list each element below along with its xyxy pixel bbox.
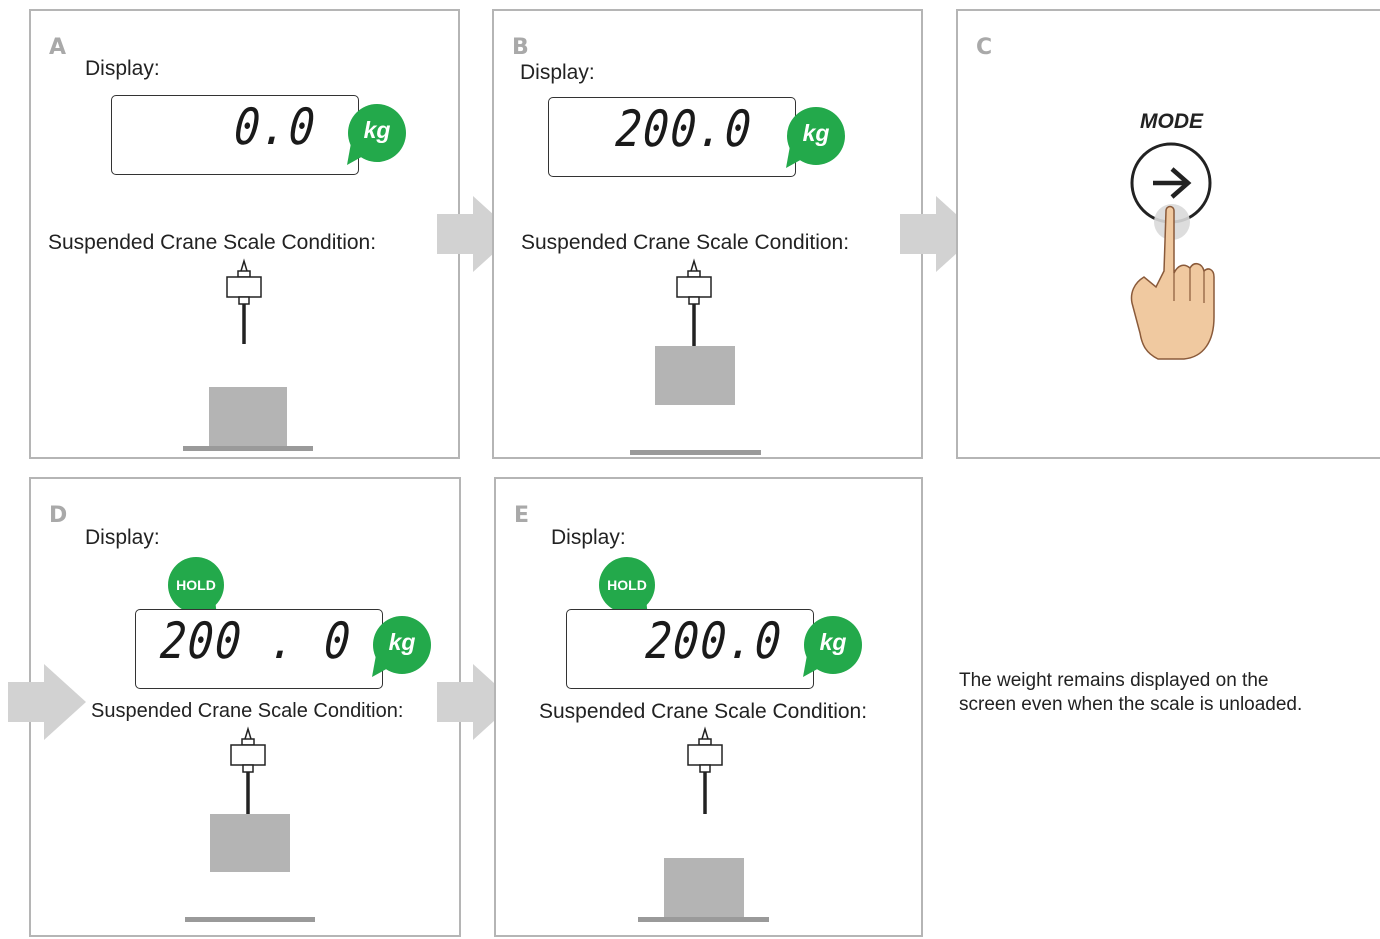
hold-label: HOLD: [607, 577, 647, 593]
pointing-hand-icon: [1130, 205, 1215, 360]
step-c-panel: C MODE: [956, 9, 1380, 459]
lcd-display: 0.0: [111, 95, 359, 175]
hold-label: HOLD: [176, 577, 216, 593]
explanation-note: The weight remains displayed on the scre…: [959, 669, 1302, 717]
display-label: Display:: [551, 526, 626, 549]
lcd-display: 200 . 0: [135, 609, 383, 689]
unit-label: kg: [819, 629, 847, 655]
floor-line: [630, 450, 761, 455]
mode-button[interactable]: [958, 11, 1380, 461]
lcd-display: 200.0: [566, 609, 814, 689]
step-e-panel: E Display: HOLD 200.0 kg Suspended Crane…: [494, 477, 923, 937]
step-letter: B: [512, 35, 529, 60]
note-line: screen even when the scale is unloaded.: [959, 694, 1303, 715]
kg-unit-bubble: kg: [370, 615, 434, 679]
crane-scale-icon: [638, 726, 769, 922]
display-label: Display:: [85, 57, 160, 80]
unit-label: kg: [802, 120, 830, 146]
crane-scale-icon: [185, 726, 315, 922]
unit-label: kg: [388, 629, 416, 655]
step-letter: D: [49, 503, 68, 528]
unit-label: kg: [363, 117, 391, 143]
note-line: The weight remains displayed on the: [959, 670, 1269, 691]
kg-unit-bubble: kg: [345, 103, 409, 167]
step-d-panel: D Display: HOLD 200 . 0 kg Suspended Cra…: [29, 477, 461, 937]
load-box: [209, 387, 287, 446]
display-label: Display:: [85, 526, 160, 549]
floor-line: [185, 917, 315, 922]
flow-arrow-icon: [8, 664, 86, 740]
floor-line: [638, 917, 769, 922]
weight-reading: 200.0: [644, 612, 786, 670]
step-letter: E: [514, 503, 530, 528]
kg-unit-bubble: kg: [784, 106, 848, 170]
crane-scale-icon: [630, 258, 761, 455]
step-a-panel: A Display: 0.0 kg Suspended Crane Scale …: [29, 9, 460, 459]
kg-unit-bubble: kg: [801, 615, 865, 679]
weight-reading: 0.0: [232, 98, 319, 156]
load-box: [664, 858, 744, 917]
step-letter: A: [49, 35, 67, 60]
load-box: [655, 346, 735, 405]
lcd-display: 200.0: [548, 97, 796, 177]
display-label: Display:: [520, 61, 595, 84]
step-b-panel: B Display: 200.0 kg Suspended Crane Scal…: [492, 9, 923, 459]
weight-reading: 200.0: [614, 100, 756, 158]
load-box: [210, 814, 290, 872]
crane-scale-icon: [183, 258, 313, 451]
floor-line: [183, 446, 313, 451]
weight-reading: 200 . 0: [158, 612, 355, 670]
